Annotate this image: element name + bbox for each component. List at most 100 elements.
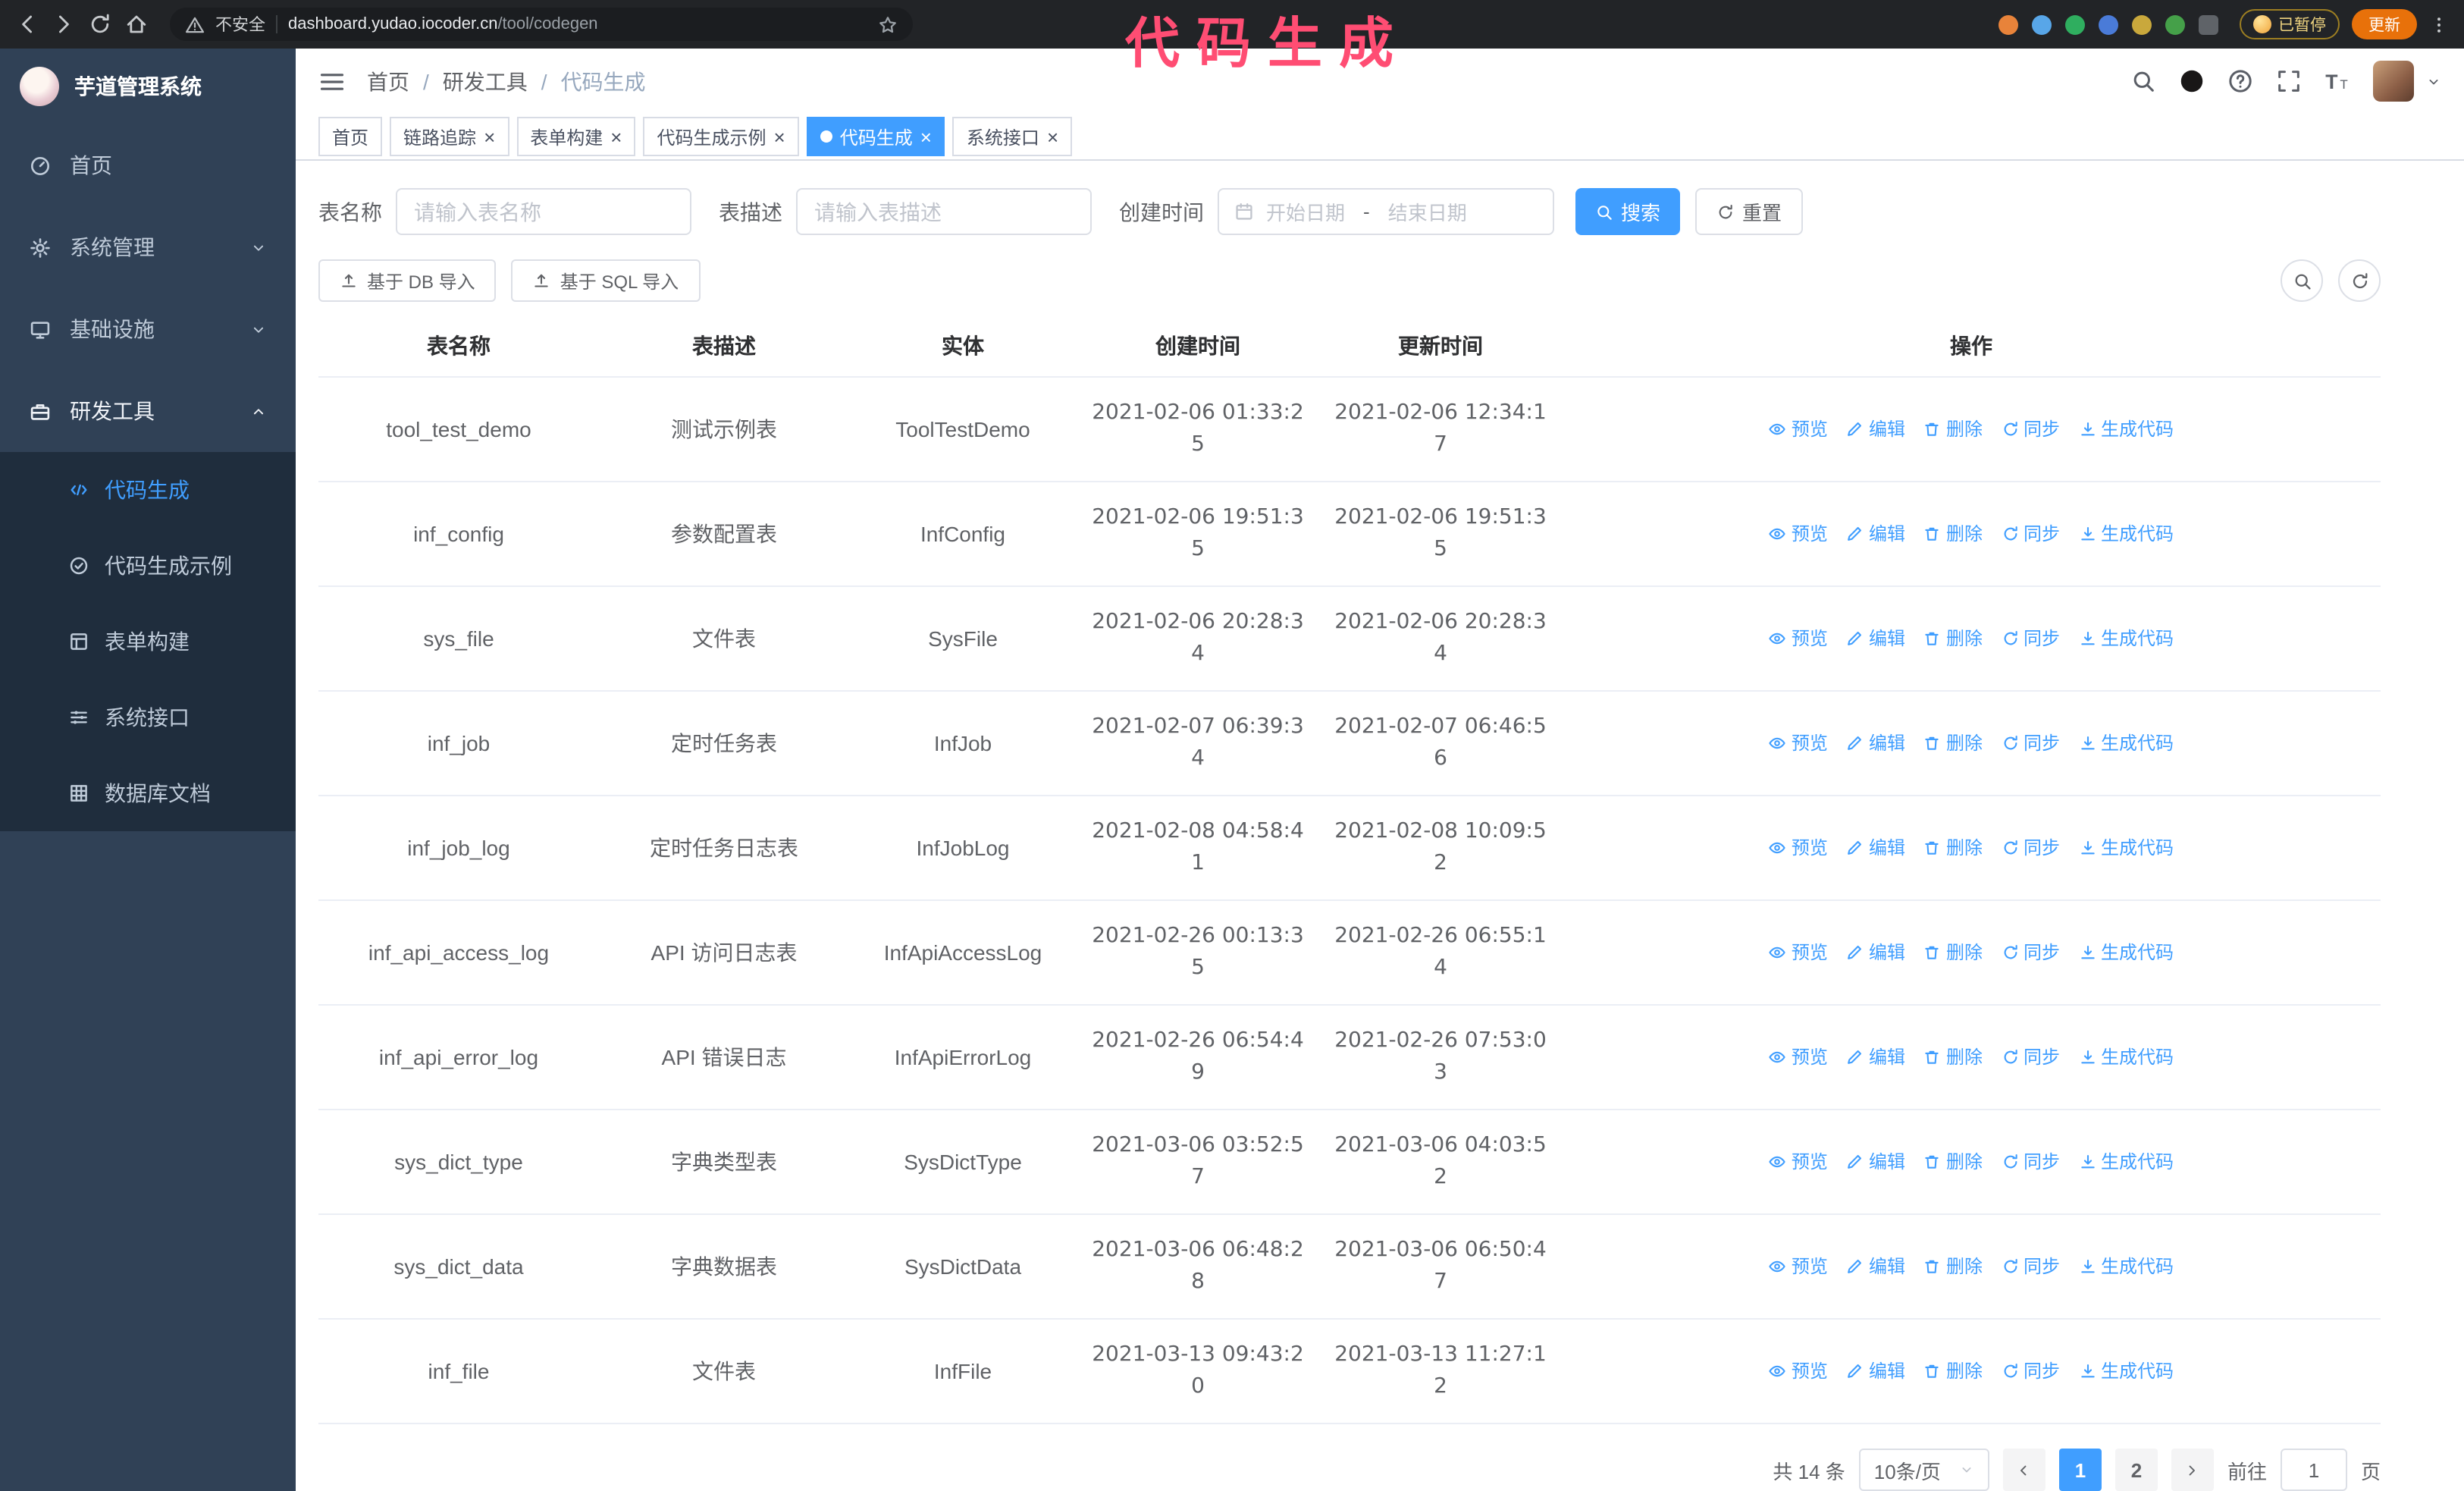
page-button-2[interactable]: 2 (2114, 1449, 2158, 1491)
edit-link[interactable]: 编辑 (1846, 625, 1905, 652)
generate-code-link[interactable]: 生成代码 (2078, 520, 2174, 548)
font-size-icon[interactable]: TT (2324, 69, 2350, 95)
browser-home-icon[interactable] (124, 12, 149, 36)
page-size-select[interactable]: 10条/页 (1858, 1449, 1989, 1491)
github-icon[interactable] (2179, 69, 2205, 95)
sidebar-subitem-system-api[interactable]: 系统接口 (0, 680, 296, 755)
goto-page-input[interactable] (2280, 1449, 2347, 1491)
sync-link[interactable]: 同步 (2001, 939, 2060, 966)
delete-link[interactable]: 删除 (1923, 834, 1983, 862)
extension-green-v[interactable] (2064, 14, 2084, 34)
toggle-search-button[interactable] (2281, 259, 2323, 302)
extension-blue-drop[interactable] (2031, 14, 2051, 34)
refresh-button[interactable] (2338, 259, 2381, 302)
fullscreen-icon[interactable] (2276, 69, 2302, 95)
sidebar-item-system[interactable]: 系统管理 (0, 206, 296, 288)
delete-link[interactable]: 删除 (1923, 1358, 1983, 1385)
sync-link[interactable]: 同步 (2001, 1253, 2060, 1280)
table-name-input[interactable] (396, 188, 691, 235)
browser-update-button[interactable]: 更新 (2352, 9, 2417, 39)
edit-link[interactable]: 编辑 (1846, 520, 1905, 548)
generate-code-link[interactable]: 生成代码 (2078, 416, 2174, 443)
user-menu-caret-icon[interactable] (2426, 74, 2441, 89)
preview-link[interactable]: 预览 (1769, 939, 1828, 966)
header-search-icon[interactable] (2130, 69, 2156, 95)
edit-link[interactable]: 编辑 (1846, 416, 1905, 443)
sync-link[interactable]: 同步 (2001, 1044, 2060, 1071)
page-button-1[interactable]: 1 (2058, 1449, 2102, 1491)
address-bar[interactable]: 不安全 dashboard.yudao.iocoder.cn/tool/code… (170, 8, 913, 41)
sidebar-item-infrastructure[interactable]: 基础设施 (0, 288, 296, 370)
tab[interactable]: 系统接口 × (952, 117, 1073, 157)
extension-leaf[interactable] (2165, 14, 2184, 34)
edit-link[interactable]: 编辑 (1846, 730, 1905, 757)
preview-link[interactable]: 预览 (1769, 520, 1828, 548)
delete-link[interactable]: 删除 (1923, 939, 1983, 966)
reset-button[interactable]: 重置 (1695, 188, 1804, 235)
preview-link[interactable]: 预览 (1769, 834, 1828, 862)
sync-link[interactable]: 同步 (2001, 520, 2060, 548)
preview-link[interactable]: 预览 (1769, 730, 1828, 757)
delete-link[interactable]: 删除 (1923, 1148, 1983, 1176)
tab-close-icon[interactable]: × (484, 127, 495, 147)
tab[interactable]: 表单构建 × (516, 117, 636, 157)
edit-link[interactable]: 编辑 (1846, 1148, 1905, 1176)
docs-help-icon[interactable] (2227, 69, 2253, 95)
preview-link[interactable]: 预览 (1769, 625, 1828, 652)
tab[interactable]: 链路追踪 × (390, 117, 509, 157)
sync-link[interactable]: 同步 (2001, 625, 2060, 652)
generate-code-link[interactable]: 生成代码 (2078, 1358, 2174, 1385)
browser-menu-icon[interactable] (2429, 14, 2449, 34)
next-page-button[interactable] (2171, 1449, 2214, 1491)
search-button[interactable]: 搜索 (1575, 188, 1681, 235)
edit-link[interactable]: 编辑 (1846, 1253, 1905, 1280)
breadcrumb-item[interactable]: 研发工具 (443, 67, 528, 97)
sync-link[interactable]: 同步 (2001, 416, 2060, 443)
generate-code-link[interactable]: 生成代码 (2078, 1148, 2174, 1176)
generate-code-link[interactable]: 生成代码 (2078, 1044, 2174, 1071)
edit-link[interactable]: 编辑 (1846, 1358, 1905, 1385)
prev-page-button[interactable] (2002, 1449, 2045, 1491)
preview-link[interactable]: 预览 (1769, 1253, 1828, 1280)
delete-link[interactable]: 删除 (1923, 1044, 1983, 1071)
edit-link[interactable]: 编辑 (1846, 939, 1905, 966)
sync-link[interactable]: 同步 (2001, 1358, 2060, 1385)
generate-code-link[interactable]: 生成代码 (2078, 625, 2174, 652)
tab[interactable]: 首页 (318, 117, 383, 157)
tab[interactable]: 代码生成 × (806, 117, 945, 157)
browser-back-icon[interactable] (15, 12, 39, 36)
import-db-button[interactable]: 基于 DB 导入 (318, 259, 497, 302)
sync-link[interactable]: 同步 (2001, 730, 2060, 757)
sidebar-item-devtools[interactable]: 研发工具 (0, 370, 296, 452)
edit-link[interactable]: 编辑 (1846, 1044, 1905, 1071)
profile-paused-badge[interactable]: 已暂停 (2239, 9, 2340, 39)
delete-link[interactable]: 删除 (1923, 625, 1983, 652)
user-avatar[interactable] (2373, 61, 2414, 102)
generate-code-link[interactable]: 生成代码 (2078, 730, 2174, 757)
browser-forward-icon[interactable] (52, 12, 76, 36)
generate-code-link[interactable]: 生成代码 (2078, 1253, 2174, 1280)
delete-link[interactable]: 删除 (1923, 416, 1983, 443)
breadcrumb-item[interactable]: 首页 (367, 67, 409, 97)
tab-close-icon[interactable]: × (1047, 127, 1058, 147)
import-sql-button[interactable]: 基于 SQL 导入 (511, 259, 701, 302)
bookmark-star-icon[interactable] (878, 14, 898, 34)
generate-code-link[interactable]: 生成代码 (2078, 834, 2174, 862)
tab-close-icon[interactable]: × (610, 127, 622, 147)
browser-reload-icon[interactable] (88, 12, 112, 36)
date-range-picker[interactable]: 开始日期 - 结束日期 (1218, 188, 1554, 235)
sidebar-item-home[interactable]: 首页 (0, 124, 296, 206)
sidebar-subitem-codegen[interactable]: 代码生成 (0, 452, 296, 528)
delete-link[interactable]: 删除 (1923, 730, 1983, 757)
sync-link[interactable]: 同步 (2001, 1148, 2060, 1176)
extension-yellow[interactable] (2131, 14, 2151, 34)
app-logo[interactable]: 芋道管理系统 (0, 49, 296, 124)
tab-close-icon[interactable]: × (920, 127, 932, 147)
table-desc-input[interactable] (796, 188, 1092, 235)
preview-link[interactable]: 预览 (1769, 416, 1828, 443)
preview-link[interactable]: 预览 (1769, 1358, 1828, 1385)
generate-code-link[interactable]: 生成代码 (2078, 939, 2174, 966)
tab[interactable]: 代码生成示例 × (643, 117, 799, 157)
extension-people[interactable] (2098, 14, 2118, 34)
extension-puzzle[interactable] (2198, 14, 2218, 34)
